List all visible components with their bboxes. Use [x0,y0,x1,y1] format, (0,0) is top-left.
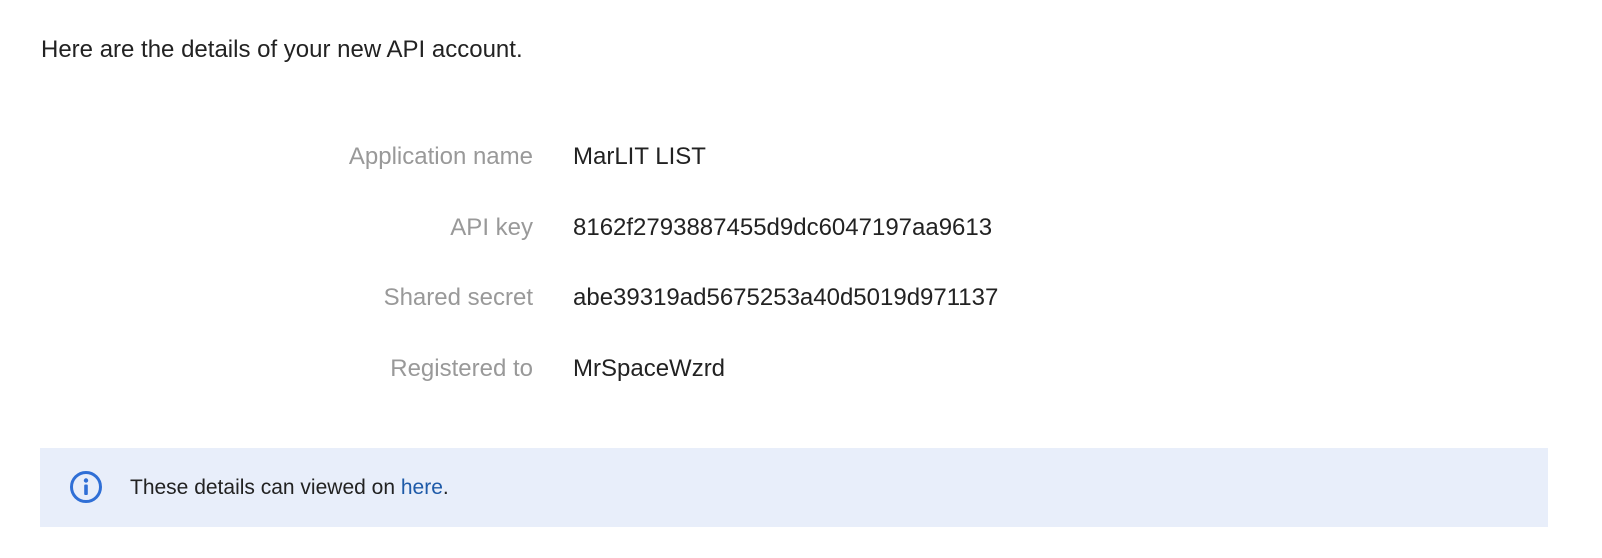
info-icon [70,471,102,503]
detail-row-api-key: API key 8162f2793887455d9dc6047197aa9613 [0,193,1200,264]
api-account-details-page: Here are the details of your new API acc… [0,0,1602,558]
application-name-label: Application name [348,143,533,171]
shared-secret-value: abe39319ad5675253a40d5019d971137 [573,284,999,312]
notice-text-after: . [442,475,449,499]
detail-row-registered-to: Registered to MrSpaceWzrd [0,334,1200,405]
shared-secret-label: Shared secret [383,284,533,312]
notice-text-before: These details can viewed on [130,475,395,499]
api-key-label: API key [450,213,533,241]
application-name-value: MarLIT LIST [573,143,706,171]
notice-message: These details can viewed on here. [130,448,449,527]
registered-to-value: MrSpaceWzrd [573,354,726,382]
detail-row-shared-secret: Shared secret abe39319ad5675253a40d5019d… [0,263,1200,334]
api-key-value: 8162f2793887455d9dc6047197aa9613 [573,213,993,241]
registered-to-label: Registered to [390,354,533,382]
info-notice: These details can viewed on here. [40,448,1548,527]
here-link[interactable]: here [401,476,443,500]
intro-text: Here are the details of your new API acc… [41,36,523,63]
detail-row-application-name: Application name MarLIT LIST [0,122,1200,193]
details-list: Application name MarLIT LIST API key 816… [0,122,1200,404]
